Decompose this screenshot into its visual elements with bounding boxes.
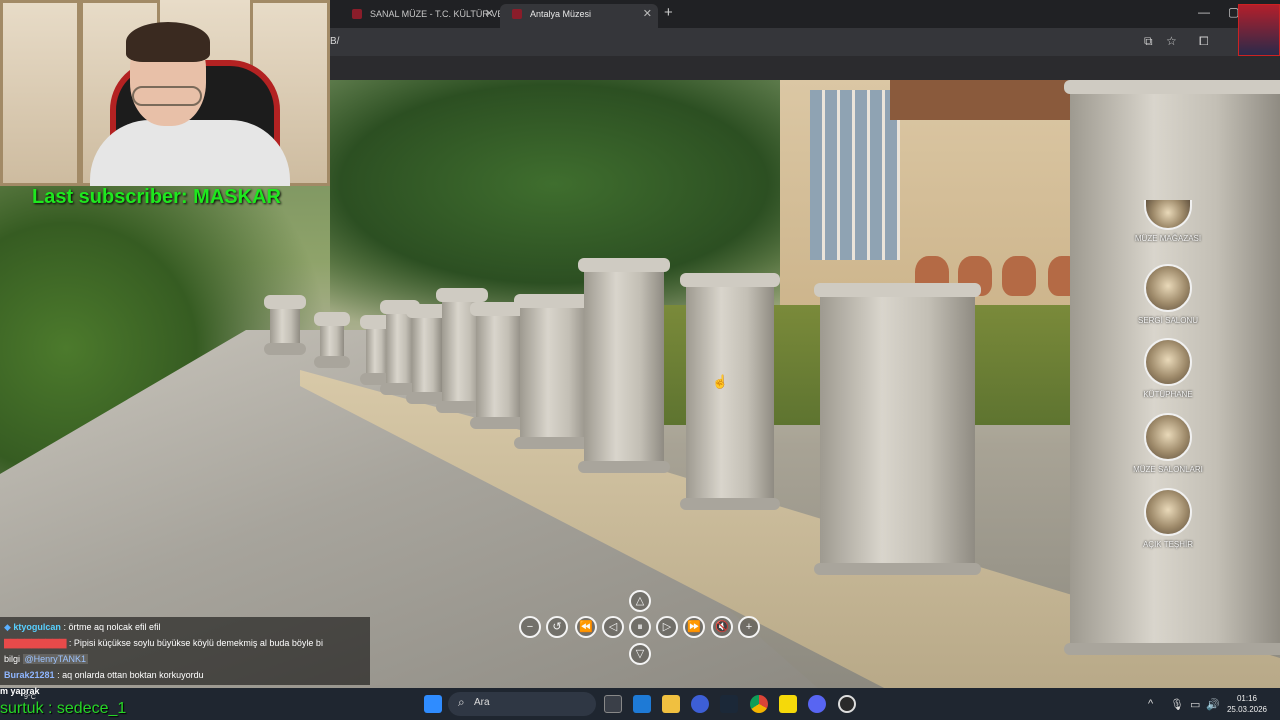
last-subscriber-label: Last subscriber: MASKAR: [32, 186, 281, 208]
close-icon[interactable]: ✕: [643, 4, 652, 24]
hotspot-thumbnail: [1144, 488, 1192, 536]
tab-antalya-muzesi[interactable]: Antalya Müzesi ✕: [500, 4, 658, 28]
mute-button[interactable]: 🔇: [711, 616, 733, 638]
sticky-notes-icon[interactable]: [779, 695, 797, 713]
close-icon[interactable]: ✕: [485, 4, 494, 24]
building-windows: [810, 90, 900, 260]
chat-username: ▇▇▇▇▇▇▇▇▇: [4, 638, 67, 648]
url-text[interactable]: B/: [330, 36, 339, 47]
stone-column: [814, 283, 981, 575]
streamer-shirt: [90, 120, 290, 186]
volume-icon[interactable]: 🔊: [1206, 698, 1220, 711]
chat-message: ◆ ktyogulcan : örtme aq nolcak efil efil: [4, 622, 161, 632]
pan-down-button[interactable]: ▽: [629, 643, 651, 665]
bookmark-star-icon[interactable]: ☆: [1166, 34, 1177, 48]
search-icon: ⌕: [458, 695, 465, 709]
stone-column: [406, 304, 448, 404]
hotspot-thumbnail: [1144, 264, 1192, 312]
pause-button[interactable]: ⏸: [629, 616, 651, 638]
task-view-icon[interactable]: [604, 695, 622, 713]
chat-message: Burak21281 : aq onlarda ottan boktan kor…: [4, 670, 204, 680]
steam-icon[interactable]: [720, 695, 738, 713]
zoom-in-button[interactable]: +: [738, 616, 760, 638]
amphora: [1002, 256, 1036, 296]
calculator-icon[interactable]: [633, 695, 651, 713]
discord-icon[interactable]: [808, 695, 826, 713]
clock[interactable]: 01:16 25.03.2026: [1222, 693, 1272, 715]
rewind-button[interactable]: ⏪: [575, 616, 597, 638]
stone-column: [360, 315, 394, 385]
streamer-hair: [126, 22, 210, 62]
pan-up-button[interactable]: △: [629, 590, 651, 612]
webcam-overlay: [0, 0, 330, 186]
forward-button[interactable]: ⏩: [683, 616, 705, 638]
badge-icon: ◆: [4, 622, 14, 632]
chrome-icon[interactable]: [750, 695, 768, 713]
windows-start-icon[interactable]: [424, 695, 442, 713]
file-explorer-icon[interactable]: [662, 695, 680, 713]
stone-column: [514, 294, 596, 449]
subscriber-ticker: surtuk : sedece_1: [0, 700, 127, 717]
glasses: [132, 86, 202, 106]
zoom-out-button[interactable]: −: [519, 616, 541, 638]
new-tab-button[interactable]: +: [664, 4, 673, 21]
museum-favicon: [512, 9, 522, 19]
previous-button[interactable]: ◁: [602, 616, 624, 638]
display-icon[interactable]: ▭: [1190, 698, 1200, 711]
extensions-icon[interactable]: ⧠: [1199, 34, 1209, 49]
hotspot-thumbnail: [1144, 338, 1192, 386]
microphone-icon[interactable]: 🎙: [1170, 698, 1184, 711]
app-icon[interactable]: [691, 695, 709, 713]
reset-view-button[interactable]: ↺: [546, 616, 568, 638]
stone-column: [470, 302, 528, 429]
hotspot-kutuphane[interactable]: KÜTÜPHANE: [1128, 338, 1208, 399]
hand-cursor-icon: ☝: [712, 374, 729, 389]
stone-column: [680, 273, 780, 510]
hotspot-sergi-salonu[interactable]: SERGİ SALONU: [1128, 264, 1208, 325]
hotspot-thumbnail: [1144, 413, 1192, 461]
tab-sanal-muze[interactable]: SANAL MÜZE - T.C. KÜLTÜR VE ✕: [340, 4, 503, 28]
minimize-icon[interactable]: —: [1198, 5, 1210, 19]
stone-column: [578, 258, 670, 473]
hotspot-acik-teshir[interactable]: AÇIK TEŞHİR: [1128, 488, 1208, 549]
chat-message: ▇▇▇▇▇▇▇▇▇ : Pipisi küçükse soylu büyükse…: [4, 638, 323, 648]
stone-column: [264, 295, 306, 355]
hotspot-muze-salonlari[interactable]: MÜZE SALONLARI: [1128, 413, 1208, 474]
museum-favicon: [352, 9, 362, 19]
screen: { "browser": { "tabs": [ {"label": "SANA…: [0, 0, 1280, 720]
stream-chat: ◆ ktyogulcan : örtme aq nolcak efil efil…: [0, 617, 370, 685]
cabinet-door: [0, 0, 80, 186]
tray-overflow-icon[interactable]: ^: [1148, 698, 1153, 710]
taskbar-search[interactable]: ⌕ Ara: [448, 692, 596, 716]
next-button[interactable]: ▷: [656, 616, 678, 638]
hotspot-muze-magazasi[interactable]: MÜZE MAĞAZASI: [1128, 200, 1208, 243]
obs-icon[interactable]: [838, 695, 856, 713]
stone-column: [314, 312, 350, 368]
picture-in-picture-thumbnail[interactable]: [1238, 4, 1280, 56]
hotspot-thumbnail: [1144, 200, 1192, 230]
chat-message: bilgi @HenryTANK1: [4, 654, 89, 664]
cast-icon[interactable]: ⧉: [1144, 34, 1153, 49]
